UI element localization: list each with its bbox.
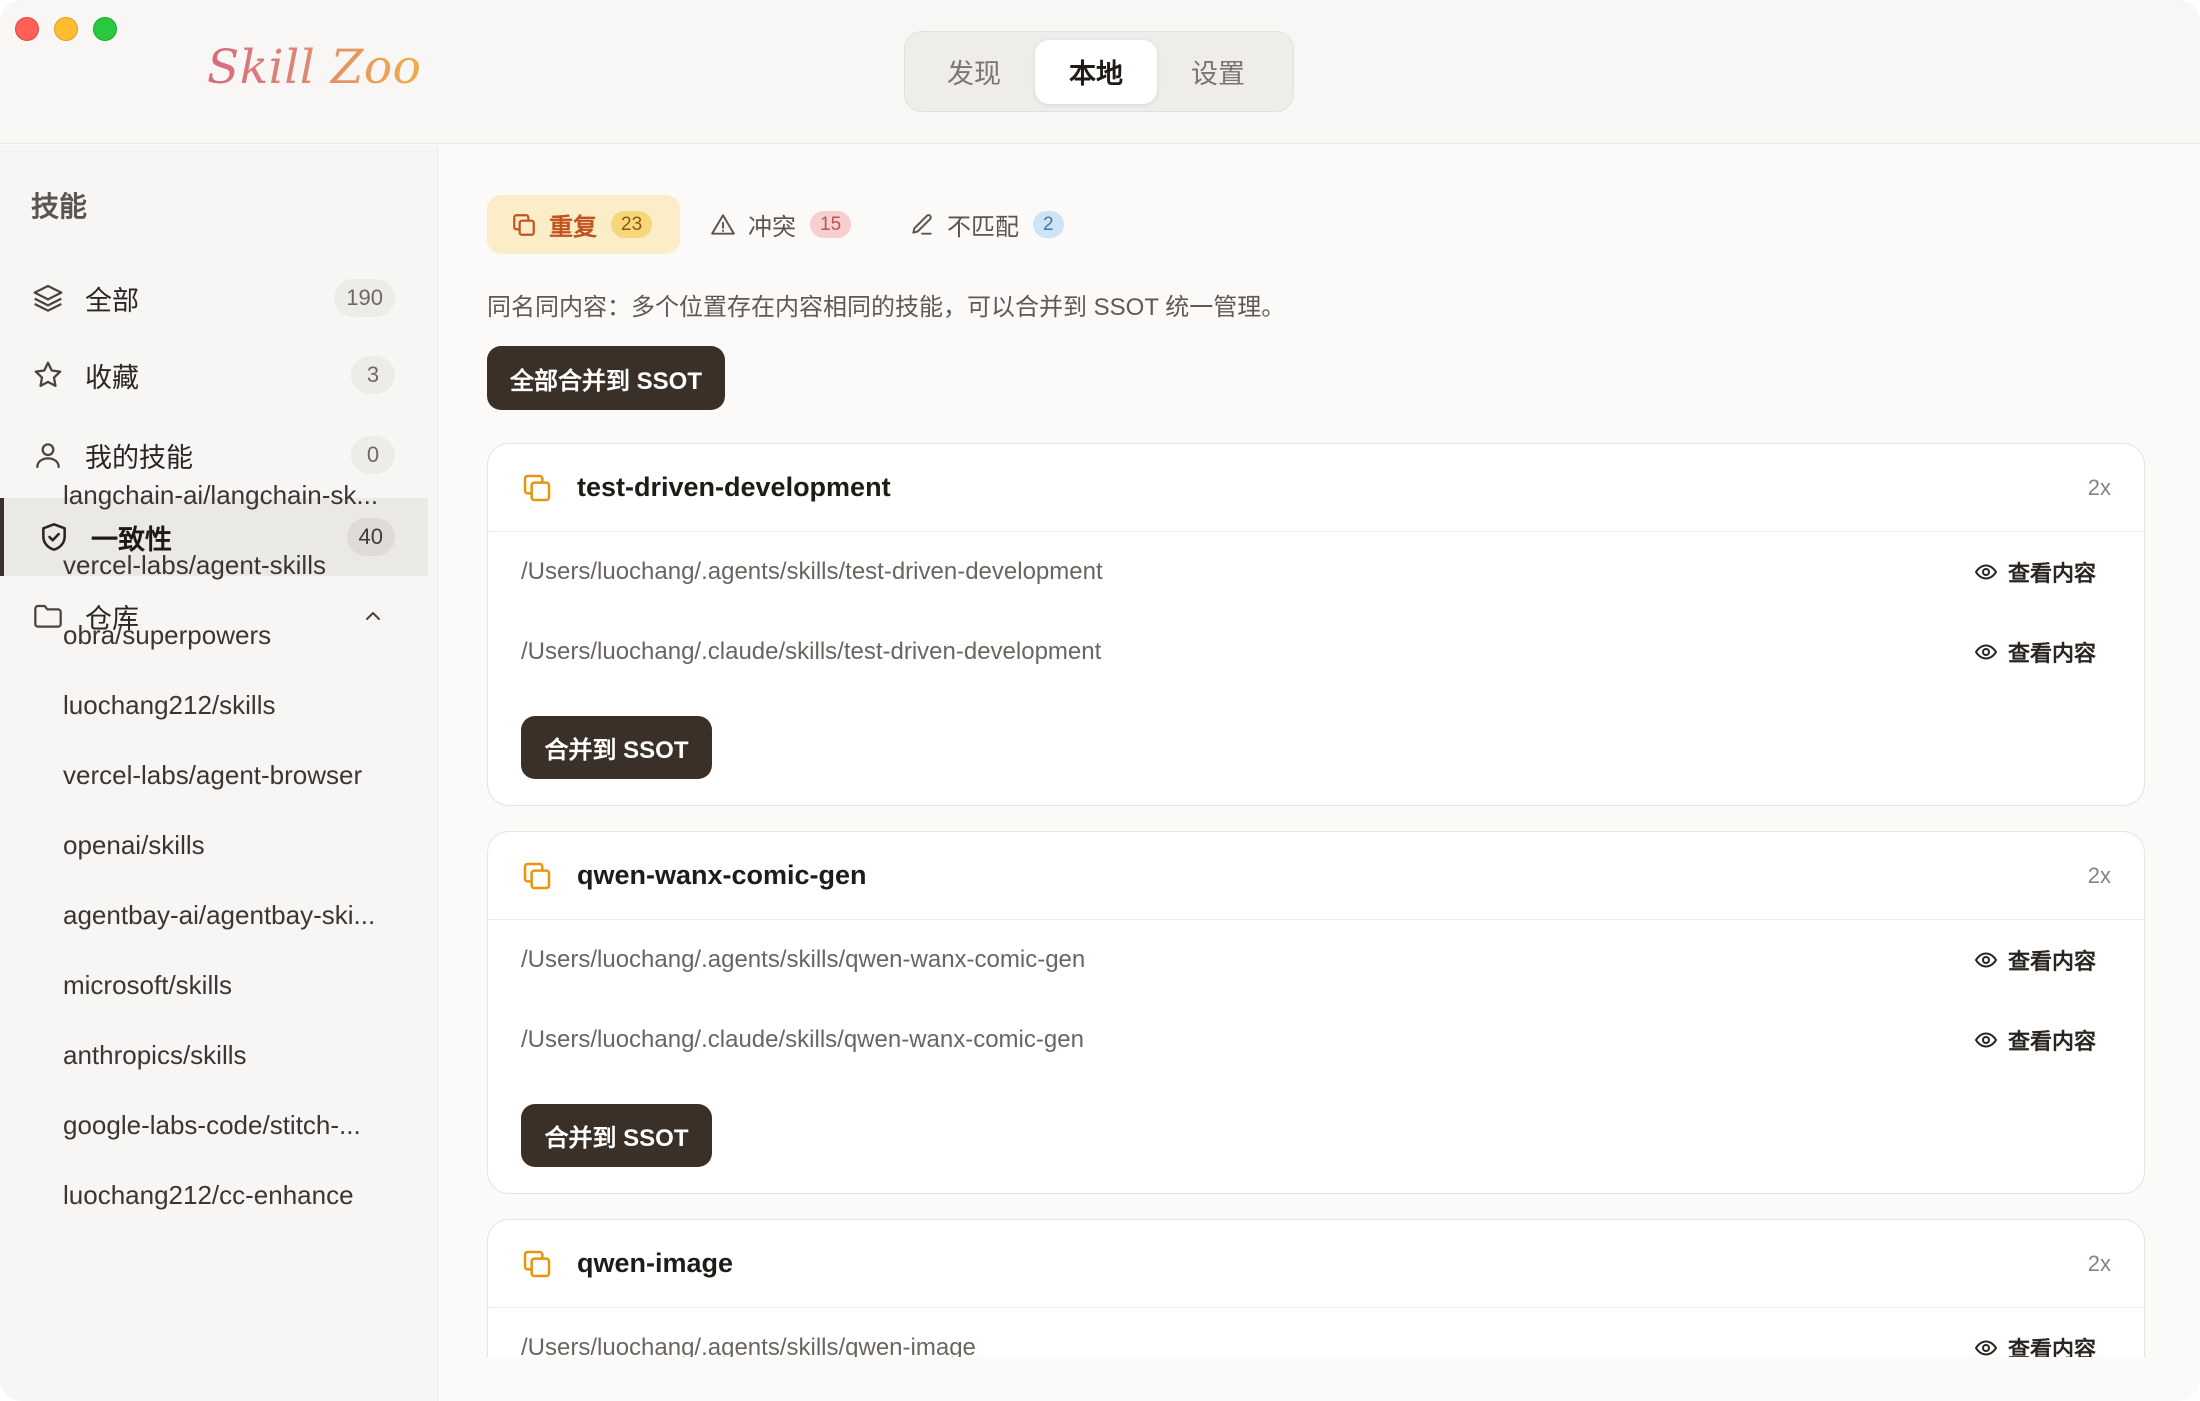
repo-item[interactable]: luochang212/skills [63, 690, 408, 721]
shield-check-icon [37, 520, 71, 554]
count-badge: 3 [351, 356, 395, 394]
copy-icon [521, 472, 553, 504]
user-icon [31, 438, 65, 472]
path-row: /Users/luochang/.agents/skills/qwen-wanx… [488, 920, 2144, 1000]
skill-path: /Users/luochang/.claude/skills/test-driv… [521, 638, 1102, 665]
main-tab-bar: 发现 本地 设置 [904, 31, 1294, 112]
folder-icon [31, 599, 65, 633]
filter-description: 同名同内容：多个位置存在内容相同的技能，可以合并到 SSOT 统一管理。 [487, 294, 1286, 321]
merge-to-ssot-button[interactable]: 合并到 SSOT [521, 1104, 712, 1167]
repo-item[interactable]: google-labs-code/stitch-... [63, 1110, 408, 1141]
view-content-label: 查看内容 [2007, 949, 2096, 974]
sidebar: 技能 全部 190 收藏 3 我的技能 0 一致性 40 仓库 langchai… [0, 145, 438, 1401]
repo-item[interactable]: langchain-ai/langchain-sk... [63, 480, 408, 511]
warning-icon [710, 212, 736, 238]
sidebar-item-all[interactable]: 全部 190 [0, 259, 428, 337]
sidebar-title: 技能 [31, 191, 88, 222]
filter-label: 不匹配 [947, 214, 1019, 241]
multiplicity-label: 2x [2087, 862, 2111, 888]
repo-item[interactable]: anthropics/skills [63, 1040, 408, 1071]
view-content-button[interactable]: 查看内容 [1974, 1024, 2096, 1056]
eye-icon [1974, 559, 2000, 585]
view-content-label: 查看内容 [2007, 1029, 2096, 1054]
skill-card: qwen-image 2x /Users/luochang/.agents/sk… [487, 1219, 2145, 1357]
repo-item[interactable]: vercel-labs/agent-browser [63, 760, 408, 791]
skill-path: /Users/luochang/.agents/skills/test-driv… [521, 558, 1103, 585]
card-header: test-driven-development 2x [488, 444, 2144, 532]
tab-discover[interactable]: 发现 [913, 40, 1035, 104]
skill-card: test-driven-development 2x /Users/luocha… [487, 443, 2145, 806]
repo-item[interactable]: agentbay-ai/agentbay-ski... [63, 900, 408, 931]
copy-icon [521, 860, 553, 892]
eye-icon [1974, 947, 2000, 973]
view-content-label: 查看内容 [2007, 1337, 2096, 1357]
count-badge: 15 [810, 211, 852, 238]
skill-name: qwen-image [577, 1248, 734, 1278]
count-badge: 2 [1033, 211, 1064, 238]
count-badge: 190 [334, 279, 395, 317]
repo-item[interactable]: microsoft/skills [63, 970, 408, 1001]
pencil-icon [909, 212, 935, 238]
sidebar-item-label: 收藏 [85, 362, 139, 393]
tab-settings[interactable]: 设置 [1157, 40, 1279, 104]
repo-item[interactable]: openai/skills [63, 830, 408, 861]
repo-item[interactable]: luochang212/cc-enhance [63, 1180, 408, 1211]
eye-icon [1974, 1335, 2000, 1357]
skill-name: test-driven-development [577, 472, 891, 502]
filter-label: 冲突 [748, 214, 796, 241]
merge-to-ssot-button[interactable]: 合并到 SSOT [521, 716, 712, 779]
view-content-label: 查看内容 [2007, 641, 2096, 666]
view-content-label: 查看内容 [2007, 561, 2096, 586]
eye-icon [1974, 639, 2000, 665]
repo-item[interactable]: obra/superpowers [63, 620, 408, 651]
window-controls [15, 17, 117, 41]
sidebar-item-label: 我的技能 [85, 442, 193, 473]
multiplicity-label: 2x [2087, 474, 2111, 500]
layers-icon [31, 281, 65, 315]
count-badge: 0 [351, 436, 395, 474]
close-window-button[interactable] [15, 17, 39, 41]
view-content-button[interactable]: 查看内容 [1974, 1332, 2096, 1357]
skill-path: /Users/luochang/.agents/skills/qwen-wanx… [521, 946, 1086, 973]
skill-name: qwen-wanx-comic-gen [577, 860, 867, 890]
card-header: qwen-wanx-comic-gen 2x [488, 832, 2144, 920]
copy-icon [521, 1248, 553, 1280]
merge-all-button[interactable]: 全部合并到 SSOT [487, 346, 725, 410]
skill-card: qwen-wanx-comic-gen 2x /Users/luochang/.… [487, 831, 2145, 1194]
eye-icon [1974, 1027, 2000, 1053]
skill-path: /Users/luochang/.agents/skills/qwen-imag… [521, 1334, 976, 1357]
path-row: /Users/luochang/.claude/skills/qwen-wanx… [488, 1000, 2144, 1080]
title-bar: Skill Zoo 发现 本地 设置 [0, 0, 2200, 144]
card-header: qwen-image 2x [488, 1220, 2144, 1308]
copy-icon [511, 212, 537, 238]
app-logo: Skill Zoo [207, 40, 422, 95]
filter-label: 重复 [549, 214, 597, 241]
filter-conflict[interactable]: 冲突 15 [686, 195, 875, 254]
main-content: 重复 23 冲突 15 不匹配 2 同名同内容：多个位置存在内容相同的技能，可以… [440, 145, 2200, 1357]
multiplicity-label: 2x [2087, 1250, 2111, 1276]
sidebar-item-favorites[interactable]: 收藏 3 [0, 336, 428, 414]
view-content-button[interactable]: 查看内容 [1974, 944, 2096, 976]
path-row: /Users/luochang/.agents/skills/test-driv… [488, 532, 2144, 612]
zoom-window-button[interactable] [93, 17, 117, 41]
filter-mismatch[interactable]: 不匹配 2 [885, 195, 1088, 254]
sidebar-item-label: 全部 [85, 285, 139, 316]
view-content-button[interactable]: 查看内容 [1974, 636, 2096, 668]
skill-path: /Users/luochang/.claude/skills/qwen-wanx… [521, 1026, 1084, 1053]
path-row: /Users/luochang/.agents/skills/qwen-imag… [488, 1308, 2144, 1357]
tab-local[interactable]: 本地 [1035, 39, 1157, 104]
app-window: Skill Zoo 发现 本地 设置 技能 全部 190 收藏 3 我的技能 0… [0, 0, 2200, 1401]
count-badge: 23 [611, 211, 653, 238]
filter-duplicate[interactable]: 重复 23 [487, 195, 680, 254]
path-row: /Users/luochang/.claude/skills/test-driv… [488, 612, 2144, 692]
minimize-window-button[interactable] [54, 17, 78, 41]
repo-item[interactable]: vercel-labs/agent-skills [63, 550, 408, 581]
star-icon [31, 358, 65, 392]
view-content-button[interactable]: 查看内容 [1974, 556, 2096, 588]
